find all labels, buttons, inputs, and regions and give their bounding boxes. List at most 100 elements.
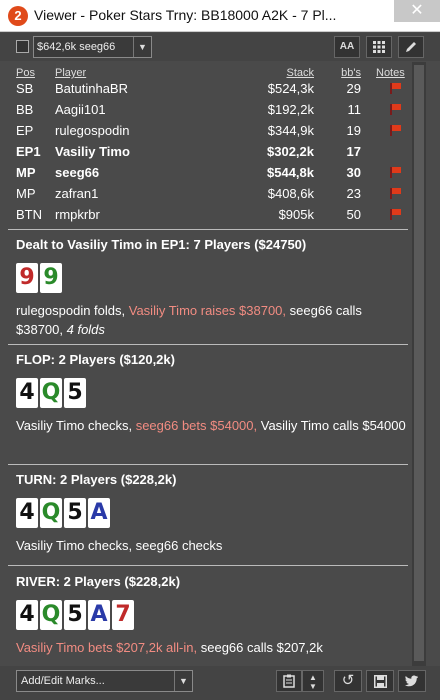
river-title: RIVER: 2 Players ($228,2k) <box>16 574 181 589</box>
card: 5 <box>64 600 86 630</box>
scrollbar-thumb[interactable] <box>414 65 424 661</box>
close-icon[interactable]: ✕ <box>394 0 440 22</box>
turn-title: TURN: 2 Players ($228,2k) <box>16 472 177 487</box>
hole-cards: 9 9 <box>16 263 408 299</box>
turn-cards: 4 Q 5 A <box>16 498 408 534</box>
hand-history-panel: Pos Player Stack bb's Notes SB BatutinhaB… <box>0 62 412 666</box>
bottom-toolbar: Add/Edit Marks... ▼ ▲ ▼ ↺ <box>0 666 440 700</box>
preflop-title: Dealt to Vasiliy Timo in EP1: 7 Players … <box>16 237 307 252</box>
card: A <box>88 498 110 528</box>
river-section: RIVER: 2 Players ($228,2k) 4 Q 5 A 7 Vas… <box>16 574 408 657</box>
player-pos: SB <box>16 81 34 96</box>
player-bbs: 11 <box>347 102 362 117</box>
turn-section: TURN: 2 Players ($228,2k) 4 Q 5 A Vasili… <box>16 472 408 555</box>
player-bbs: 30 <box>346 165 361 180</box>
divider <box>8 464 408 465</box>
card: 4 <box>16 498 38 528</box>
up-down-arrows-icon: ▲ ▼ <box>309 673 317 691</box>
note-flag-icon[interactable] <box>390 209 402 220</box>
spinner-button[interactable]: ▲ ▼ <box>302 670 324 692</box>
player-pos: BTN <box>16 207 42 222</box>
marks-select[interactable]: Add/Edit Marks... ▼ <box>16 670 193 692</box>
player-row[interactable]: MP seeg66 $544,8k 30 <box>0 162 412 183</box>
river-cards: 4 Q 5 A 7 <box>16 600 408 636</box>
player-name: rulegospodin <box>55 123 130 138</box>
player-bbs: 50 <box>346 207 361 222</box>
preflop-action: rulegospodin folds, Vasiliy Timo raises … <box>16 301 408 339</box>
player-pos: BB <box>16 102 34 117</box>
marks-select-label: Add/Edit Marks... <box>21 675 105 687</box>
player-stack: $192,2k <box>267 102 314 117</box>
player-stack: $344,9k <box>267 123 314 138</box>
player-row[interactable]: SB BatutinhaBR $524,3k 29 <box>0 78 412 99</box>
note-flag-icon[interactable] <box>390 188 402 199</box>
twitter-button[interactable] <box>398 670 426 692</box>
card: Q <box>40 378 62 408</box>
player-pos: MP <box>16 165 36 180</box>
clipboard-button[interactable] <box>276 670 302 692</box>
player-row[interactable]: MP zafran1 $408,6k 23 <box>0 183 412 204</box>
action-highlight: seeg66 bets $54000, <box>135 418 258 433</box>
divider <box>8 344 408 345</box>
note-flag-icon[interactable] <box>390 125 402 136</box>
card: Q <box>40 498 62 528</box>
player-bbs: 23 <box>346 186 361 201</box>
clipboard-icon <box>283 674 295 688</box>
player-select[interactable]: $642,6k seeg66 ▼ <box>33 36 152 58</box>
player-stack: $408,6k <box>267 186 314 201</box>
player-bbs: 19 <box>346 123 361 138</box>
twitter-icon <box>405 675 418 687</box>
edit-button[interactable] <box>398 36 424 58</box>
divider <box>8 229 408 230</box>
refresh-icon: ↺ <box>341 672 355 689</box>
card: 9 <box>40 263 62 293</box>
note-flag-icon[interactable] <box>390 167 402 178</box>
player-row[interactable]: EP rulegospodin $344,9k 19 <box>0 120 412 141</box>
font-size-button[interactable]: AA <box>334 36 360 58</box>
top-toolbar: $642,6k seeg66 ▼ AA <box>0 33 440 61</box>
player-stack: $544,8k <box>267 165 314 180</box>
refresh-button[interactable]: ↺ <box>334 670 362 692</box>
grid-button[interactable] <box>366 36 392 58</box>
flop-title: FLOP: 2 Players ($120,2k) <box>16 352 175 367</box>
action-text: seeg66 calls $207,2k <box>197 640 323 655</box>
player-select-value: $642,6k seeg66 <box>37 41 116 53</box>
card: 5 <box>64 498 86 528</box>
font-size-icon: AA <box>339 41 355 52</box>
action-highlight: Vasiliy Timo bets $207,2k all-in, <box>16 640 198 655</box>
player-stack: $905k <box>278 207 314 222</box>
players-table: Pos Player Stack bb's Notes SB BatutinhaB… <box>0 62 412 225</box>
window-title: Viewer - Poker Stars Trny: BB18000 A2K -… <box>34 7 337 23</box>
pencil-icon <box>406 42 416 52</box>
card: 4 <box>16 378 38 408</box>
hand-checkbox[interactable] <box>16 40 29 53</box>
player-pos: EP1 <box>16 144 41 159</box>
player-row[interactable]: EP1 Vasiliy Timo $302,2k 17 <box>0 141 412 162</box>
save-button[interactable] <box>366 670 394 692</box>
card: 9 <box>16 263 38 293</box>
flop-section: FLOP: 2 Players ($120,2k) 4 Q 5 Vasiliy … <box>16 352 408 435</box>
river-action: Vasiliy Timo bets $207,2k all-in, seeg66… <box>16 638 408 657</box>
chevron-down-icon: ▼ <box>174 671 192 691</box>
player-bbs: 29 <box>346 81 361 96</box>
turn-action: Vasiliy Timo checks, seeg66 checks <box>16 538 223 553</box>
card: A <box>88 600 110 630</box>
action-text: Vasiliy Timo checks, <box>16 418 136 433</box>
player-name: Aagii101 <box>55 102 106 117</box>
note-flag-icon[interactable] <box>390 104 402 115</box>
player-pos: MP <box>16 186 36 201</box>
save-icon <box>373 675 387 688</box>
player-row[interactable]: BTN rmpkrbr $905k 50 <box>0 204 412 225</box>
divider <box>8 565 408 566</box>
player-name: BatutinhaBR <box>55 81 128 96</box>
flop-action: Vasiliy Timo checks, seeg66 bets $54000,… <box>16 416 408 435</box>
card: 7 <box>112 600 134 630</box>
player-bbs: 17 <box>346 144 361 159</box>
player-name: seeg66 <box>55 165 100 180</box>
player-pos: EP <box>16 123 34 138</box>
note-flag-icon[interactable] <box>390 83 402 94</box>
app-logo-icon: 2 <box>8 6 28 26</box>
preflop-section: Dealt to Vasiliy Timo in EP1: 7 Players … <box>16 237 408 339</box>
vertical-scrollbar[interactable] <box>412 62 426 666</box>
player-row[interactable]: BB Aagii101 $192,2k 11 <box>0 99 412 120</box>
